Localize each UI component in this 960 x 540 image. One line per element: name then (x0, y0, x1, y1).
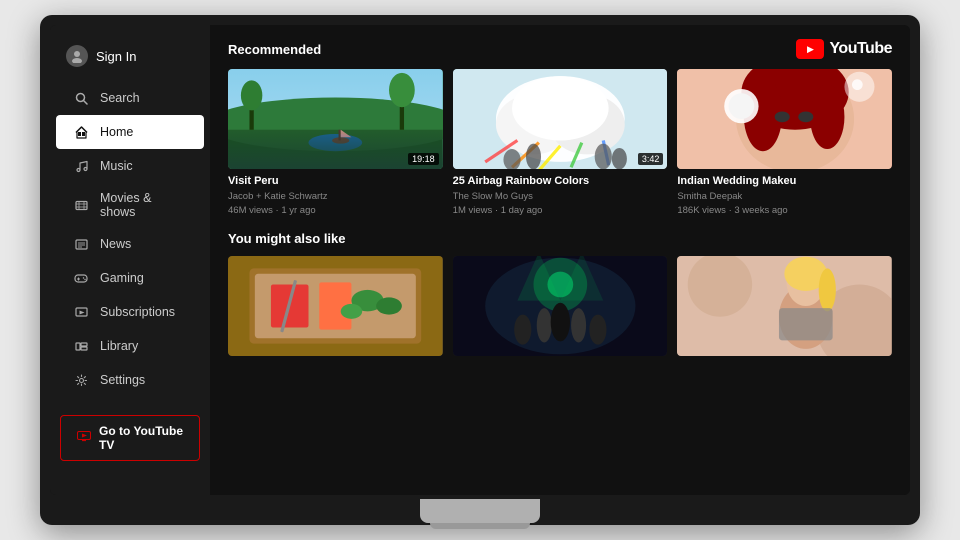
video-card-dance[interactable] (453, 256, 668, 356)
video-channel-peru: Jacob + Katie Schwartz (228, 190, 443, 203)
music-label: Music (100, 159, 133, 173)
gaming-icon (72, 269, 90, 287)
video-card-person[interactable] (677, 256, 892, 356)
sidebar: Sign In Search (50, 25, 210, 495)
sidebar-user[interactable]: Sign In (50, 39, 210, 81)
video-stats-airbag: 1M views · 1 day ago (453, 204, 668, 217)
home-label: Home (100, 125, 133, 139)
youtube-logo-icon (796, 39, 824, 59)
video-title-airbag: 25 Airbag Rainbow Colors (453, 174, 668, 188)
video-thumb-airbag: 3:42 (453, 69, 668, 169)
video-thumb-cooking (228, 256, 443, 356)
video-card-cooking[interactable] (228, 256, 443, 356)
news-icon (72, 235, 90, 253)
main-content: Recommended YouTube (210, 25, 910, 495)
settings-label: Settings (100, 373, 145, 387)
search-label: Search (100, 91, 140, 105)
video-thumb-person (677, 256, 892, 356)
also-like-header: You might also like (228, 231, 892, 246)
home-icon (72, 123, 90, 141)
sidebar-item-search[interactable]: Search (56, 81, 204, 115)
sidebar-item-movies[interactable]: Movies & shows (56, 183, 204, 227)
video-duration-airbag: 3:42 (638, 153, 664, 165)
video-card-wedding[interactable]: Indian Wedding Makeu Smitha Deepak 186K … (677, 69, 892, 217)
video-thumb-wedding (677, 69, 892, 169)
video-channel-wedding: Smitha Deepak (677, 190, 892, 203)
video-card-peru[interactable]: 19:18 Visit Peru Jacob + Katie Schwartz … (228, 69, 443, 217)
video-thumb-dance (453, 256, 668, 356)
settings-icon (72, 371, 90, 389)
video-info-wedding: Indian Wedding Makeu Smitha Deepak 186K … (677, 174, 892, 217)
sidebar-item-subscriptions[interactable]: Subscriptions (56, 295, 204, 329)
also-like-grid (228, 256, 892, 356)
sidebar-item-news[interactable]: News (56, 227, 204, 261)
video-card-airbag[interactable]: 3:42 25 Airbag Rainbow Colors The Slow M… (453, 69, 668, 217)
recommended-grid: 19:18 Visit Peru Jacob + Katie Schwartz … (228, 69, 892, 217)
video-stats-wedding: 186K views · 3 weeks ago (677, 204, 892, 217)
video-thumb-peru: 19:18 (228, 69, 443, 169)
content-header: Recommended YouTube (228, 39, 892, 59)
sidebar-item-gaming[interactable]: Gaming (56, 261, 204, 295)
video-info-peru: Visit Peru Jacob + Katie Schwartz 46M vi… (228, 174, 443, 217)
youtube-tv-label: Go to YouTube TV (99, 424, 183, 452)
subscriptions-label: Subscriptions (100, 305, 175, 319)
youtube-logo-text: YouTube (829, 40, 892, 58)
sidebar-item-settings[interactable]: Settings (56, 363, 204, 397)
also-like-title: You might also like (228, 231, 346, 246)
youtube-tv-icon (77, 431, 91, 445)
video-title-wedding: Indian Wedding Makeu (677, 174, 892, 188)
sidebar-item-home[interactable]: Home (56, 115, 204, 149)
tv-stand (420, 499, 540, 523)
library-icon (72, 337, 90, 355)
music-icon (72, 157, 90, 175)
subscriptions-icon (72, 303, 90, 321)
movies-icon (72, 196, 90, 214)
movies-label: Movies & shows (100, 191, 188, 219)
sign-in-label: Sign In (96, 49, 136, 64)
video-channel-airbag: The Slow Mo Guys (453, 190, 668, 203)
youtube-logo: YouTube (796, 39, 892, 59)
user-icon (66, 45, 88, 67)
recommended-title: Recommended (228, 42, 321, 57)
video-info-airbag: 25 Airbag Rainbow Colors The Slow Mo Guy… (453, 174, 668, 217)
tv-outer: Sign In Search (40, 15, 920, 525)
search-icon (72, 89, 90, 107)
tv-screen: Sign In Search (50, 25, 910, 495)
library-label: Library (100, 339, 138, 353)
sidebar-item-library[interactable]: Library (56, 329, 204, 363)
video-duration-peru: 19:18 (408, 153, 439, 165)
video-title-peru: Visit Peru (228, 174, 443, 188)
gaming-label: Gaming (100, 271, 144, 285)
news-label: News (100, 237, 131, 251)
go-to-youtube-tv-button[interactable]: Go to YouTube TV (60, 415, 200, 461)
video-stats-peru: 46M views · 1 yr ago (228, 204, 443, 217)
sidebar-item-music[interactable]: Music (56, 149, 204, 183)
